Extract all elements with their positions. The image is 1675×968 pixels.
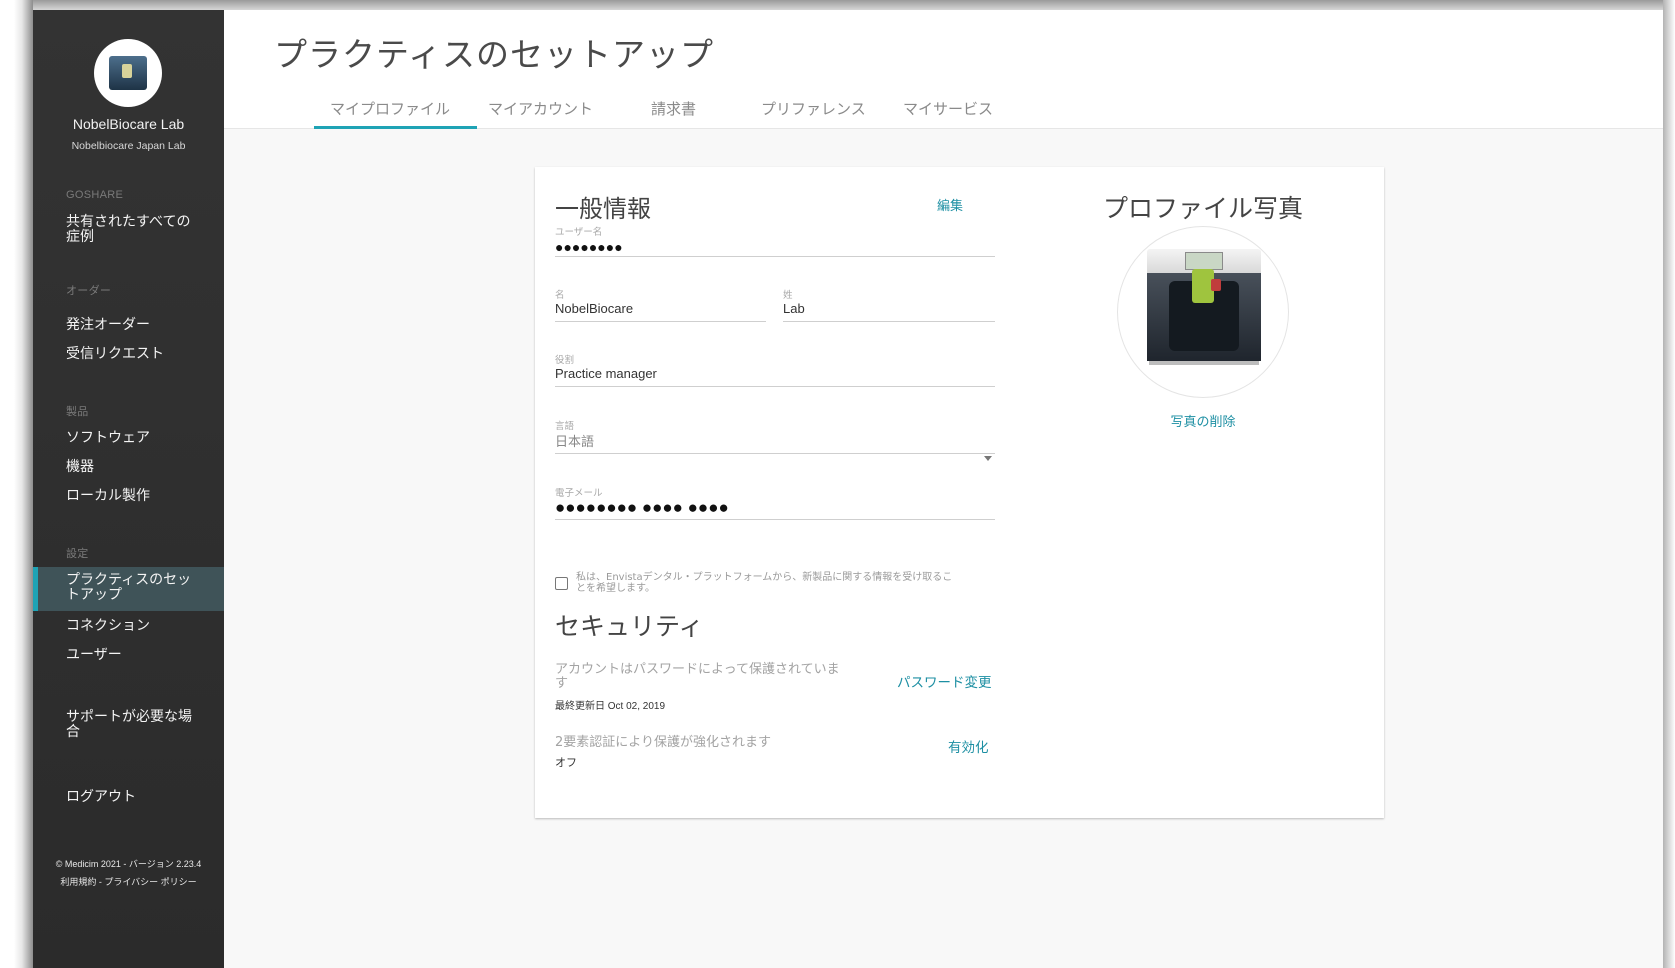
language-select[interactable]: 日本語 [555, 431, 594, 450]
delete-photo-button[interactable]: 写真の削除 [1151, 411, 1255, 430]
sidebar-item-local-production[interactable]: ローカル製作 [66, 489, 206, 504]
last-name-field[interactable]: Lab [783, 301, 805, 316]
milling-machine-icon [109, 56, 147, 90]
role-label: 役割 [555, 355, 575, 366]
page-header: プラクティスのセットアップ マイプロファイル マイアカウント 請求書 プリファレ… [224, 10, 1663, 129]
edit-button[interactable]: 編集 [937, 195, 963, 214]
sidebar-active-indicator [33, 567, 38, 611]
footer-legal-links[interactable]: 利用規約 - プライバシー ポリシー [33, 875, 224, 888]
tab-my-profile[interactable]: マイプロファイル [330, 98, 450, 119]
general-info-heading: 一般情報 [555, 195, 651, 223]
last-name-underline [783, 321, 995, 322]
two-factor-status: オフ [555, 757, 577, 769]
tab-my-services[interactable]: マイサービス [903, 98, 993, 119]
sidebar-item-practice-setup[interactable]: プラクティスのセッ トアップ [66, 573, 206, 603]
lab-avatar[interactable] [94, 39, 162, 107]
window-frame-left [0, 0, 33, 968]
sidebar-item-users[interactable]: ユーザー [66, 648, 206, 663]
page-title: プラクティスのセットアップ [274, 35, 715, 74]
newsletter-checkbox[interactable] [555, 577, 568, 590]
nav-heading-settings: 設定 [66, 548, 89, 560]
first-name-underline [555, 321, 766, 322]
username-value: ●●●●●●●● [555, 239, 623, 255]
email-label: 電子メール [555, 488, 603, 499]
lab-name: NobelBiocare Lab [72, 116, 185, 132]
tab-preferences[interactable]: プリファレンス [761, 98, 866, 119]
lab-subtitle: Nobelbiocare Japan Lab [71, 140, 186, 152]
sidebar-item-connections[interactable]: コネクション [66, 619, 206, 634]
nav-heading-products: 製品 [66, 406, 89, 418]
username-underline [555, 256, 995, 257]
role-underline [555, 386, 995, 387]
sidebar-item-outgoing-orders[interactable]: 発注オーダー [66, 318, 206, 333]
last-name-label: 姓 [783, 290, 793, 301]
main-content: プラクティスのセットアップ マイプロファイル マイアカウント 請求書 プリファレ… [224, 10, 1663, 968]
app-window: NobelBiocare Lab Nobelbiocare Japan Lab … [33, 10, 1663, 968]
profile-photo-heading: プロファイル写真 [1103, 194, 1304, 223]
profile-card: 一般情報 編集 ユーザー名 ●●●●●●●● 名 NobelBiocare 姓 … [535, 167, 1384, 818]
sidebar-item-logout[interactable]: ログアウト [66, 790, 206, 805]
language-label: 言語 [555, 421, 575, 432]
footer-copyright: © Medicim 2021 - バージョン 2.23.4 [55, 859, 202, 869]
nav-heading-orders: オーダー [66, 285, 112, 297]
language-underline [555, 453, 995, 454]
username-label: ユーザー名 [555, 227, 603, 238]
milling-machine-image [1147, 249, 1261, 365]
tab-my-account[interactable]: マイアカウント [488, 98, 593, 119]
sidebar-item-shared-cases[interactable]: 共有されたすべての 症例 [66, 215, 206, 245]
tab-invoices[interactable]: 請求書 [651, 98, 696, 119]
sidebar: NobelBiocare Lab Nobelbiocare Japan Lab … [33, 10, 224, 968]
sidebar-item-incoming-requests[interactable]: 受信リクエスト [66, 347, 206, 362]
sidebar-item-devices[interactable]: 機器 [66, 460, 206, 475]
profile-photo[interactable] [1117, 226, 1289, 398]
newsletter-consent-text: 私は、Envistaデンタル・プラットフォームから、新製品に関する情報を受け取る… [576, 572, 953, 594]
first-name-field[interactable]: NobelBiocare [555, 301, 633, 316]
window-frame-right [1663, 0, 1675, 968]
enable-two-factor-button[interactable]: 有効化 [948, 736, 989, 756]
nav-heading-goshare: GOSHARE [66, 189, 124, 201]
password-last-updated: 最終更新日 Oct 02, 2019 [555, 701, 666, 712]
first-name-label: 名 [555, 290, 565, 301]
two-factor-text: 2要素認証により保護が強化されます [555, 735, 772, 750]
security-heading: セキュリティ [555, 612, 704, 641]
email-underline [555, 519, 995, 520]
chevron-down-icon[interactable] [984, 456, 992, 461]
email-field[interactable]: ●●●●●●●● ●●●● ●●●● [555, 498, 729, 518]
sidebar-item-software[interactable]: ソフトウェア [66, 431, 206, 446]
change-password-button[interactable]: パスワード変更 [897, 671, 992, 691]
sidebar-item-support[interactable]: サポートが必要な場 合 [66, 710, 206, 740]
role-field[interactable]: Practice manager [555, 366, 657, 381]
active-tab-underline [314, 126, 477, 129]
password-protection-text: アカウントはパスワードによって保護されていま す [555, 662, 840, 691]
window-frame-top [0, 0, 1675, 10]
